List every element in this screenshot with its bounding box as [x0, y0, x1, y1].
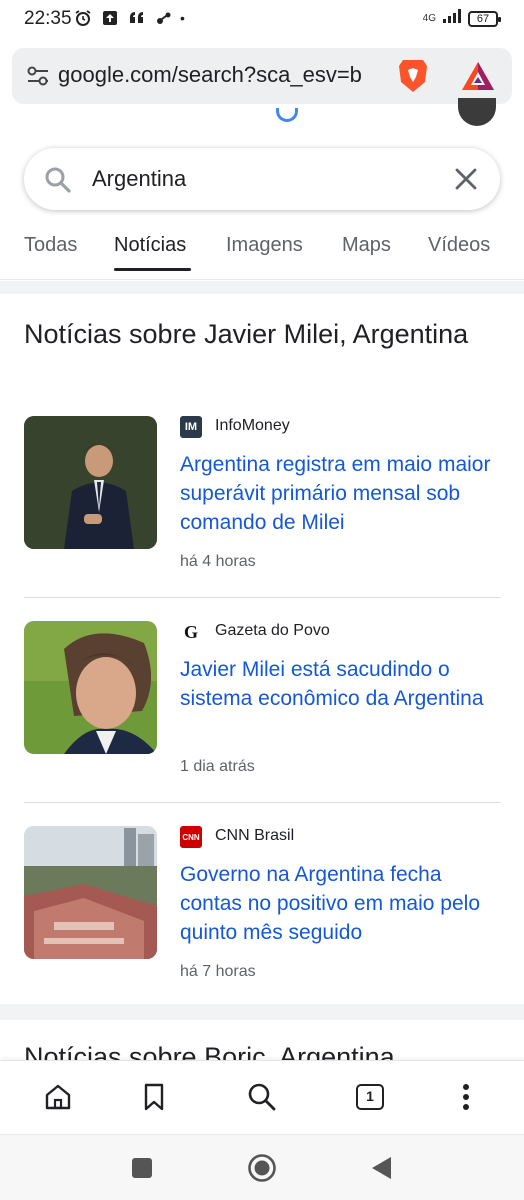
url-text[interactable]: google.com/search?sca_esv=b: [58, 62, 398, 88]
recents-icon[interactable]: [127, 1153, 157, 1183]
alarm-icon: [74, 9, 92, 27]
account-avatar[interactable]: [458, 98, 496, 126]
quote-icon: [128, 9, 146, 27]
search-input[interactable]: [92, 160, 432, 198]
news-time: há 7 horas: [180, 963, 256, 980]
brave-rewards-icon[interactable]: [460, 60, 496, 92]
game-icon: [155, 9, 173, 27]
clear-icon[interactable]: [454, 167, 478, 191]
home-nav-icon[interactable]: [247, 1153, 277, 1183]
brave-shields-icon[interactable]: [396, 57, 430, 95]
source-logo: CNN: [180, 826, 202, 848]
source-logo: G: [180, 621, 202, 643]
network-type: 4G: [422, 12, 436, 24]
news-item[interactable]: CNN CNN Brasil Governo na Argentina fech…: [24, 826, 500, 980]
tab-imagens[interactable]: Imagens: [226, 234, 303, 257]
google-logo-fragment: [276, 108, 298, 122]
news-item[interactable]: G Gazeta do Povo Javier Milei está sacud…: [24, 621, 500, 775]
site-settings-icon[interactable]: [26, 65, 50, 87]
divider: [24, 597, 500, 598]
news-thumbnail[interactable]: [24, 826, 157, 959]
search-box[interactable]: [24, 148, 500, 210]
status-system-icons: 4G 67: [422, 8, 501, 29]
source-name: Gazeta do Povo: [215, 622, 330, 639]
news-thumbnail[interactable]: [24, 621, 157, 754]
signal-icon: [442, 8, 462, 29]
source-name: InfoMoney: [215, 417, 290, 434]
more-menu-icon[interactable]: [450, 1081, 482, 1113]
back-icon[interactable]: [366, 1153, 396, 1183]
source-logo: IM: [180, 416, 202, 438]
search-icon[interactable]: [246, 1081, 278, 1113]
search-tabs: Todas Notícias Imagens Maps Vídeos: [0, 222, 524, 280]
news-headline[interactable]: Javier Milei está sacudindo o sistema ec…: [180, 655, 500, 713]
news-headline[interactable]: Argentina registra em maio maior superáv…: [180, 450, 500, 537]
tab-noticias[interactable]: Notícias: [114, 234, 186, 257]
card-title: Notícias sobre Javier Milei, Argentina: [24, 319, 469, 349]
bookmark-icon[interactable]: [138, 1081, 170, 1113]
status-bar: 22:35 • 4G 67: [0, 0, 524, 38]
section-gutter: [0, 281, 524, 294]
more-notifications-dot: •: [180, 10, 185, 26]
system-navigation-bar: [0, 1134, 524, 1200]
status-notification-icons: [74, 9, 173, 27]
battery-icon: 67: [468, 10, 501, 27]
home-icon[interactable]: [42, 1081, 74, 1113]
section-gutter: [0, 1004, 524, 1020]
source-name: CNN Brasil: [215, 827, 295, 844]
divider: [24, 802, 500, 803]
active-tab-indicator: [114, 268, 191, 271]
news-item[interactable]: IM InfoMoney Argentina registra em maio …: [24, 416, 500, 570]
news-time: 1 dia atrás: [180, 758, 255, 775]
browser-toolbar: 1: [0, 1060, 524, 1134]
address-bar[interactable]: google.com/search?sca_esv=b: [12, 48, 512, 104]
search-icon: [44, 166, 72, 194]
news-thumbnail[interactable]: [24, 416, 157, 549]
tabs-count: 1: [356, 1084, 384, 1110]
tab-maps[interactable]: Maps: [342, 234, 391, 257]
status-time: 22:35: [24, 8, 72, 29]
news-time: há 4 horas: [180, 553, 256, 570]
upload-icon: [101, 9, 119, 27]
tab-videos[interactable]: Vídeos: [428, 234, 490, 257]
news-card: Notícias sobre Javier Milei, Argentina I…: [0, 294, 524, 1004]
news-headline[interactable]: Governo na Argentina fecha contas no pos…: [180, 860, 500, 947]
tab-todas[interactable]: Todas: [24, 234, 77, 257]
tab-switcher-button[interactable]: 1: [354, 1081, 386, 1113]
